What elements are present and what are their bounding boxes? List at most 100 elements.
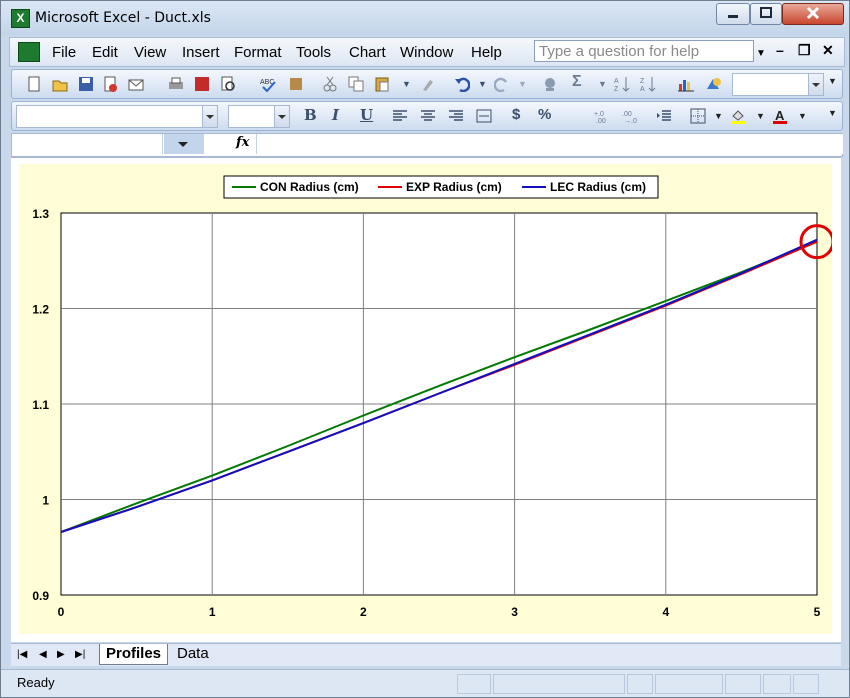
- indent-icon[interactable]: [656, 108, 672, 124]
- formula-input[interactable]: [256, 134, 843, 154]
- autosum-icon[interactable]: Σ: [572, 73, 582, 91]
- font-size-dropdown-icon[interactable]: [274, 106, 289, 127]
- first-sheet-icon[interactable]: |◀: [17, 649, 27, 660]
- permission-icon[interactable]: [102, 76, 118, 92]
- menu-chart[interactable]: Chart: [349, 44, 386, 61]
- last-sheet-icon[interactable]: ▶|: [75, 649, 85, 660]
- menu-tools[interactable]: Tools: [296, 44, 331, 61]
- percent-icon[interactable]: %: [538, 106, 551, 123]
- italic-icon[interactable]: I: [332, 106, 339, 124]
- hyperlink-icon[interactable]: [542, 76, 558, 92]
- save-icon[interactable]: [78, 76, 94, 92]
- toolbar-options-icon[interactable]: ▼: [828, 76, 837, 86]
- research-icon[interactable]: [194, 76, 210, 92]
- undo-dropdown-icon[interactable]: ▼: [478, 79, 487, 89]
- borders-dropdown-icon[interactable]: ▼: [714, 111, 723, 121]
- minimize-button[interactable]: [716, 3, 750, 25]
- drawing-icon[interactable]: [706, 76, 722, 92]
- chart-wizard-icon[interactable]: [678, 76, 694, 92]
- line-chart[interactable]: 0 1 2 3 4 5 0.9 1 1.1 1.2 1.3 CON Radius (cm) EXP Ra…: [19, 164, 835, 634]
- align-center-icon[interactable]: [420, 108, 436, 124]
- print-preview-icon[interactable]: [220, 76, 236, 92]
- chart-area[interactable]: 0 1 2 3 4 5 0.9 1 1.1 1.2 1.3 CON Radius (cm) EXP Ra…: [19, 164, 835, 634]
- tab-data[interactable]: Data: [171, 644, 215, 664]
- name-box[interactable]: [12, 134, 163, 154]
- new-icon[interactable]: [26, 76, 42, 92]
- fill-color-icon[interactable]: [730, 108, 746, 124]
- status-cell: [457, 674, 491, 694]
- svg-text:A: A: [614, 78, 619, 85]
- sort-ascending-icon[interactable]: AZ: [614, 76, 630, 92]
- format-painter-icon[interactable]: [420, 76, 436, 92]
- menu-format[interactable]: Format: [234, 44, 282, 61]
- paste-icon[interactable]: [374, 76, 390, 92]
- menu-file[interactable]: File: [52, 44, 76, 61]
- borders-icon[interactable]: [690, 108, 706, 124]
- spelling-icon[interactable]: ABC: [260, 76, 276, 92]
- y-tick-label: 0.9: [32, 589, 49, 603]
- autosum-dropdown-icon[interactable]: ▼: [598, 79, 607, 89]
- close-icon: [806, 6, 820, 20]
- status-bar: Ready: [1, 669, 849, 697]
- y-tick-label: 1.1: [32, 398, 49, 412]
- x-tick-label: 2: [360, 605, 367, 619]
- window-title: Microsoft Excel - Duct.xls: [35, 10, 211, 26]
- status-cell: [793, 674, 819, 694]
- menu-window[interactable]: Window: [400, 44, 453, 61]
- redo-icon[interactable]: [494, 76, 510, 92]
- svg-text:Z: Z: [640, 78, 645, 85]
- zoom-dropdown-icon[interactable]: [808, 74, 823, 95]
- help-search-input[interactable]: Type a question for help: [534, 40, 754, 62]
- currency-icon[interactable]: $: [512, 106, 520, 123]
- font-color-icon[interactable]: A: [772, 108, 788, 124]
- menu-help[interactable]: Help: [471, 44, 502, 61]
- doc-restore-icon[interactable]: ❐: [798, 42, 811, 59]
- research-book-icon[interactable]: [288, 76, 304, 92]
- format-toolbar-options-icon[interactable]: ▼: [828, 108, 837, 118]
- font-name-dropdown-icon[interactable]: [202, 106, 217, 127]
- zoom-combo[interactable]: [732, 73, 824, 96]
- paste-dropdown-icon[interactable]: ▼: [402, 79, 411, 89]
- font-name-combo[interactable]: [16, 105, 218, 128]
- x-tick-label: 5: [814, 605, 821, 619]
- align-left-icon[interactable]: [392, 108, 408, 124]
- font-color-dropdown-icon[interactable]: ▼: [798, 111, 807, 121]
- menu-insert[interactable]: Insert: [182, 44, 220, 61]
- print-icon[interactable]: [168, 76, 184, 92]
- sort-descending-icon[interactable]: ZA: [640, 76, 656, 92]
- prev-sheet-icon[interactable]: ◀: [39, 649, 47, 660]
- bold-icon[interactable]: B: [304, 106, 317, 124]
- status-cell: [627, 674, 653, 694]
- workbook-icon[interactable]: [18, 42, 40, 62]
- decrease-decimal-icon[interactable]: .00→.0: [622, 108, 638, 124]
- next-sheet-icon[interactable]: ▶: [57, 649, 65, 660]
- insert-function-icon[interactable]: fx: [236, 135, 249, 150]
- underline-icon[interactable]: U: [360, 106, 373, 124]
- email-icon[interactable]: [128, 76, 144, 92]
- maximize-icon: [760, 7, 772, 18]
- x-tick-label: 0: [58, 605, 65, 619]
- cut-icon[interactable]: [322, 76, 338, 92]
- legend-label: EXP Radius (cm): [406, 180, 502, 194]
- font-size-combo[interactable]: [228, 105, 290, 128]
- increase-decimal-icon[interactable]: +.0.00: [594, 108, 610, 124]
- name-box-dropdown-icon[interactable]: [164, 134, 204, 154]
- excel-app-icon[interactable]: X: [11, 9, 30, 28]
- menu-view[interactable]: View: [134, 44, 166, 61]
- close-button[interactable]: [782, 3, 844, 25]
- undo-icon[interactable]: [454, 76, 470, 92]
- fill-color-dropdown-icon[interactable]: ▼: [756, 111, 765, 121]
- doc-minimize-icon[interactable]: –: [776, 42, 784, 58]
- open-icon[interactable]: [52, 76, 68, 92]
- doc-close-icon[interactable]: ✕: [822, 42, 834, 59]
- svg-text:Z: Z: [614, 86, 619, 92]
- align-right-icon[interactable]: [448, 108, 464, 124]
- help-dropdown-icon[interactable]: ▼: [756, 48, 766, 59]
- tab-profiles[interactable]: Profiles: [99, 644, 169, 665]
- menu-edit[interactable]: Edit: [92, 44, 118, 61]
- merge-center-icon[interactable]: [476, 108, 492, 124]
- copy-icon[interactable]: [348, 76, 364, 92]
- maximize-button[interactable]: [750, 3, 782, 25]
- redo-dropdown-icon[interactable]: ▼: [518, 79, 527, 89]
- svg-text:A: A: [640, 86, 645, 92]
